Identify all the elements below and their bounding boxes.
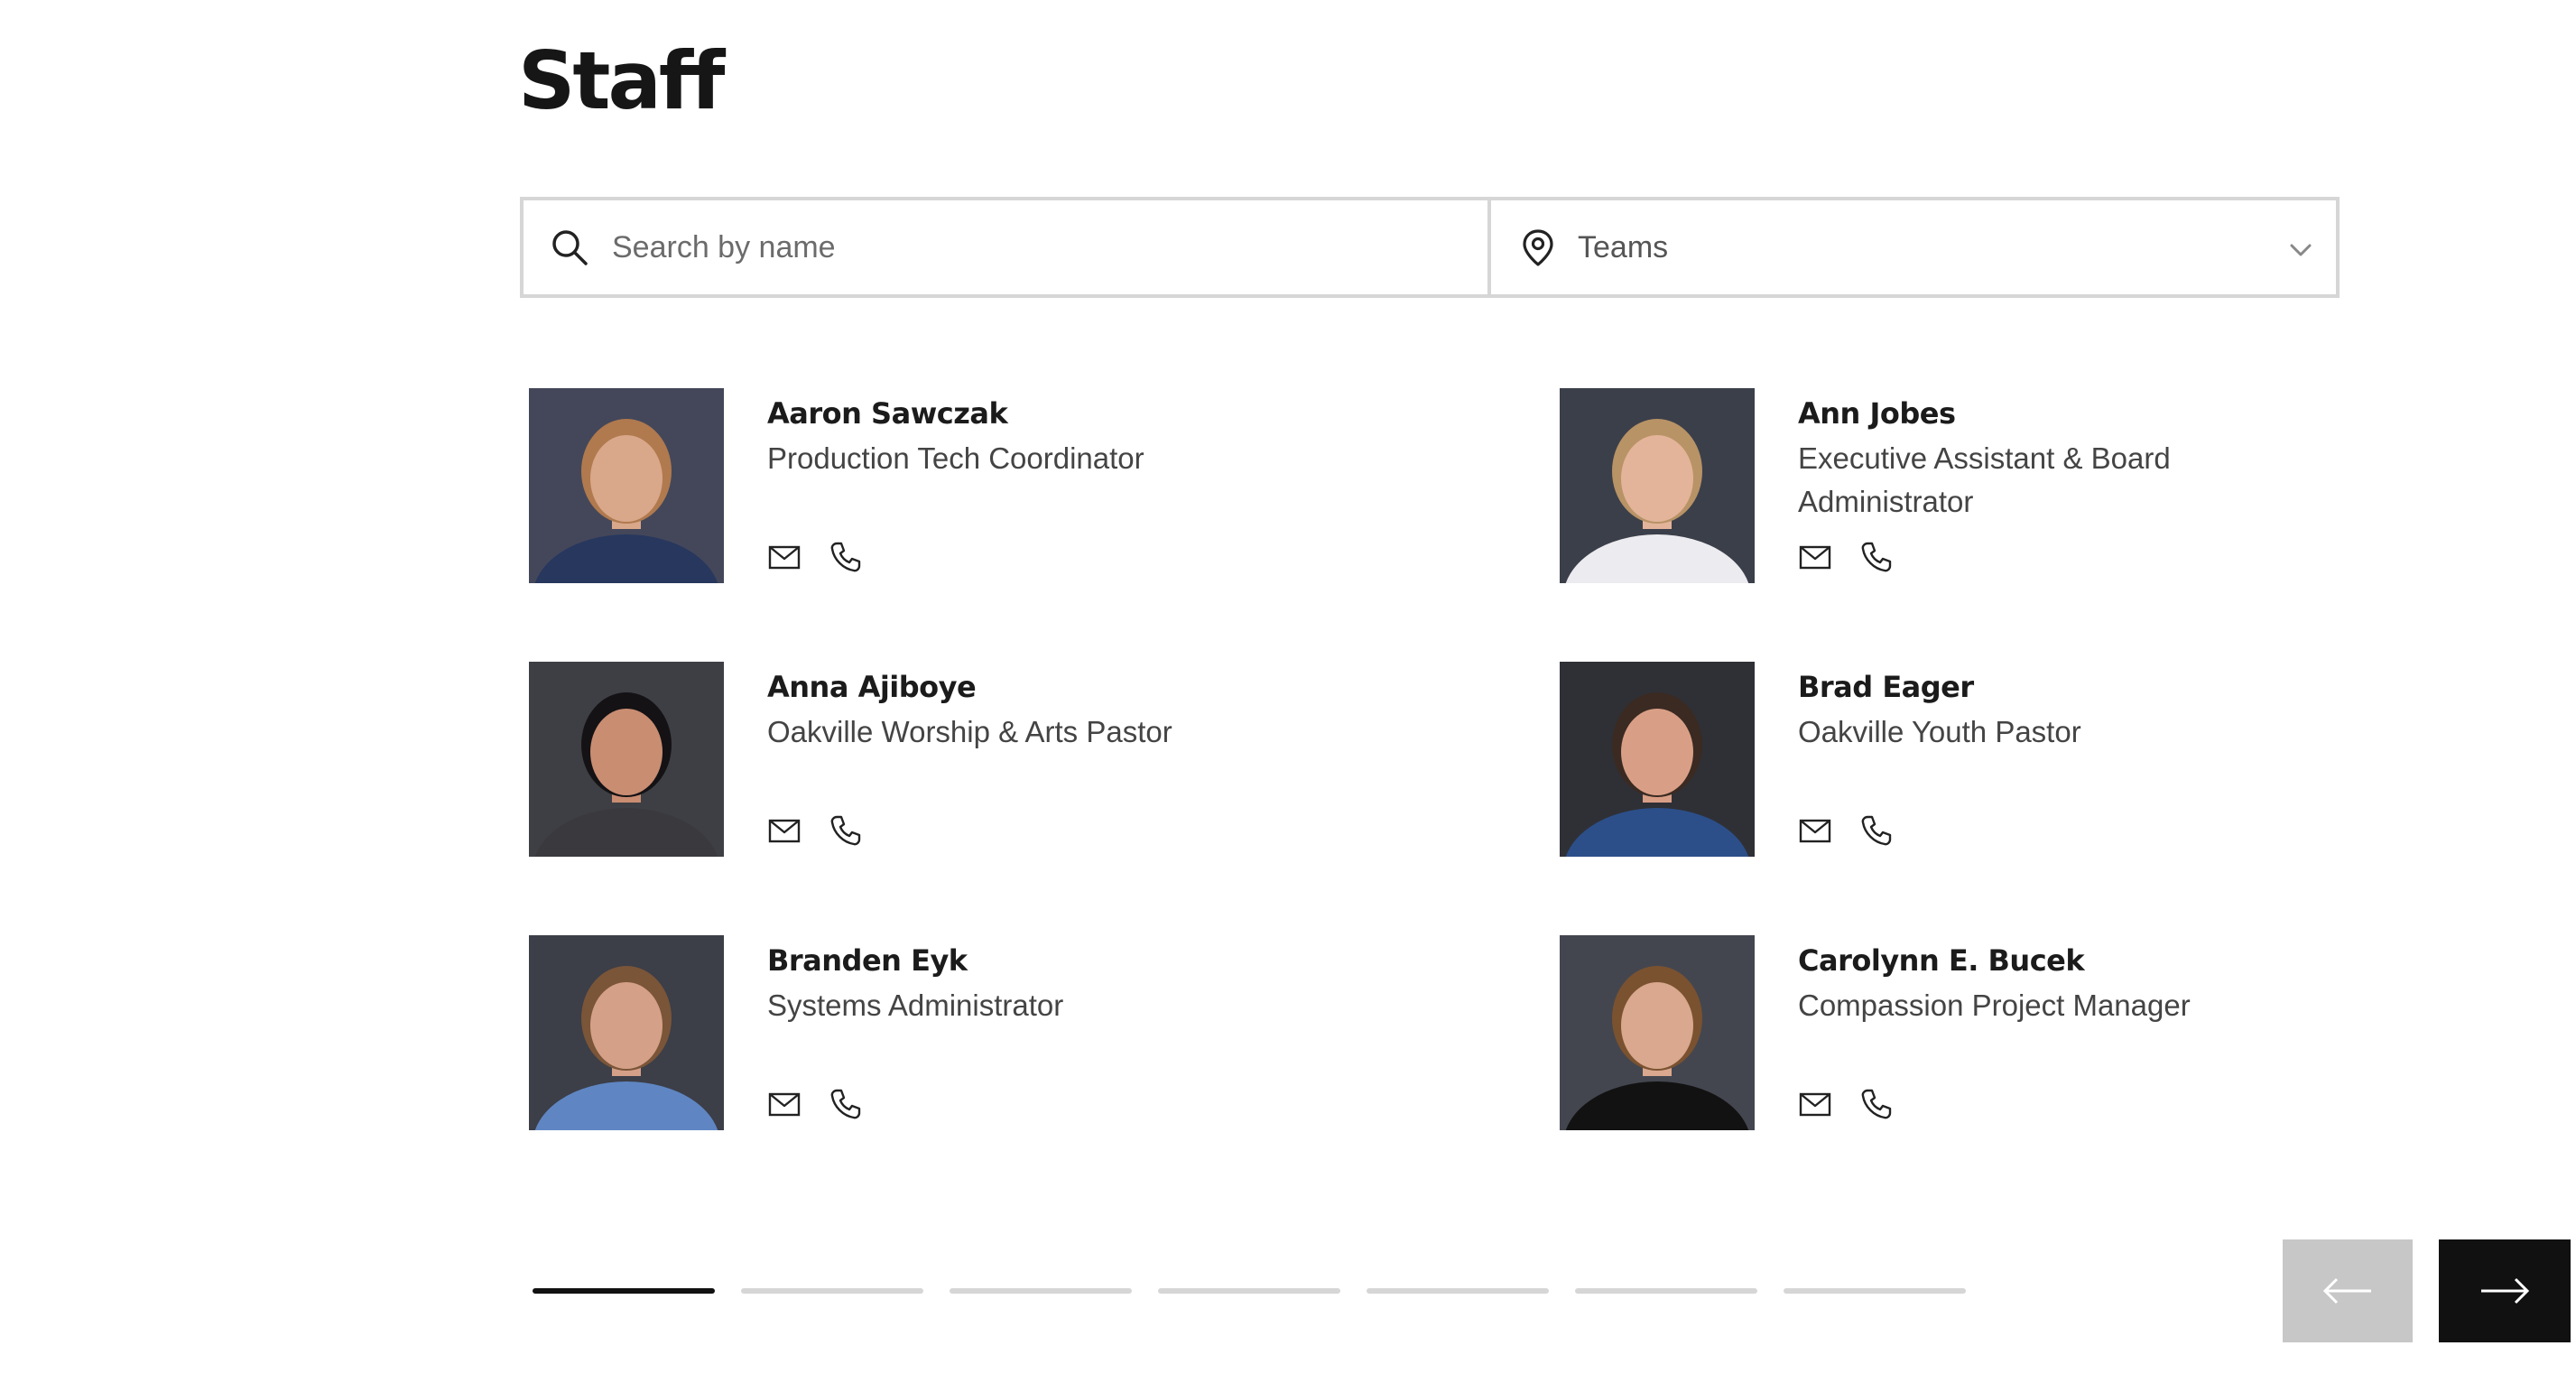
pagination-segment[interactable] [950, 1288, 1132, 1294]
envelope-icon[interactable] [767, 813, 802, 848]
search-input[interactable] [610, 220, 1422, 274]
staff-info: Aaron Sawczak Production Tech Coordinato… [767, 388, 1273, 583]
staff-card: Branden Eyk Systems Administrator [529, 935, 1560, 1209]
staff-photo [1560, 935, 1755, 1130]
search-field[interactable] [520, 197, 1491, 298]
staff-role: Production Tech Coordinator [767, 441, 1144, 475]
staff-name: Anna Ajiboye [767, 670, 977, 704]
staff-card: Aaron Sawczak Production Tech Coordinato… [529, 388, 1560, 662]
contact-links [767, 813, 863, 848]
contact-links [1798, 813, 1894, 848]
staff-info: Anna Ajiboye Oakville Worship & Arts Pas… [767, 662, 1273, 857]
staff-card: Carolynn E. Bucek Compassion Project Man… [1560, 935, 2370, 1209]
pagination-segment[interactable] [741, 1288, 923, 1294]
chevron-down-icon [2290, 244, 2312, 256]
contact-links [1798, 1087, 1894, 1121]
staff-photo [1560, 662, 1755, 857]
pagination-segment[interactable] [1367, 1288, 1549, 1294]
staff-info: Carolynn E. Bucek Compassion Project Man… [1798, 935, 2303, 1130]
staff-card: Ann Jobes Executive Assistant & Board Ad… [1560, 388, 2370, 662]
staff-info: Branden Eyk Systems Administrator [767, 935, 1273, 1130]
envelope-icon[interactable] [767, 540, 802, 574]
search-icon [552, 230, 588, 265]
arrow-left-icon [2322, 1277, 2371, 1304]
filter-bar: Teams [520, 197, 2340, 298]
contact-links [1798, 540, 1894, 574]
phone-icon[interactable] [829, 1087, 863, 1121]
staff-list: Aaron Sawczak Production Tech Coordinato… [529, 388, 2370, 1209]
envelope-icon[interactable] [1798, 1087, 1832, 1121]
staff-info: Ann Jobes Executive Assistant & Board Ad… [1798, 388, 2303, 583]
teams-dropdown-label: Teams [1578, 229, 1669, 265]
pagination-segment[interactable] [533, 1288, 715, 1294]
pagination-segment[interactable] [1158, 1288, 1340, 1294]
pagination-indicator [533, 1288, 1966, 1294]
staff-info: Brad Eager Oakville Youth Pastor [1798, 662, 2303, 857]
staff-role: Compassion Project Manager [1798, 989, 2191, 1022]
phone-icon[interactable] [1859, 813, 1894, 848]
staff-photo [1560, 388, 1755, 583]
next-page-button[interactable] [2439, 1239, 2571, 1342]
page-title: Staff [518, 34, 725, 127]
staff-name: Carolynn E. Bucek [1798, 943, 2085, 978]
envelope-icon[interactable] [767, 1087, 802, 1121]
pagination-segment[interactable] [1784, 1288, 1966, 1294]
contact-links [767, 1087, 863, 1121]
staff-card: Brad Eager Oakville Youth Pastor [1560, 662, 2370, 935]
envelope-icon[interactable] [1798, 540, 1832, 574]
phone-icon[interactable] [1859, 1087, 1894, 1121]
phone-icon[interactable] [829, 813, 863, 848]
staff-name: Aaron Sawczak [767, 396, 1008, 431]
staff-role: Executive Assistant & Board Administrato… [1798, 441, 2171, 518]
phone-icon[interactable] [829, 540, 863, 574]
staff-role: Oakville Worship & Arts Pastor [767, 715, 1172, 748]
staff-name: Brad Eager [1798, 670, 1974, 704]
staff-photo [529, 388, 724, 583]
phone-icon[interactable] [1859, 540, 1894, 574]
arrow-right-icon [2481, 1277, 2530, 1304]
staff-photo [529, 662, 724, 857]
staff-card: Anna Ajiboye Oakville Worship & Arts Pas… [529, 662, 1560, 935]
staff-name: Branden Eyk [767, 943, 968, 978]
location-pin-icon [1523, 229, 1553, 266]
teams-dropdown[interactable]: Teams [1491, 197, 2340, 298]
staff-role: Systems Administrator [767, 989, 1064, 1022]
staff-name: Ann Jobes [1798, 396, 1956, 431]
previous-page-button[interactable] [2283, 1239, 2413, 1342]
staff-role: Oakville Youth Pastor [1798, 715, 2081, 748]
staff-photo [529, 935, 724, 1130]
envelope-icon[interactable] [1798, 813, 1832, 848]
contact-links [767, 540, 863, 574]
pagination-segment[interactable] [1575, 1288, 1757, 1294]
